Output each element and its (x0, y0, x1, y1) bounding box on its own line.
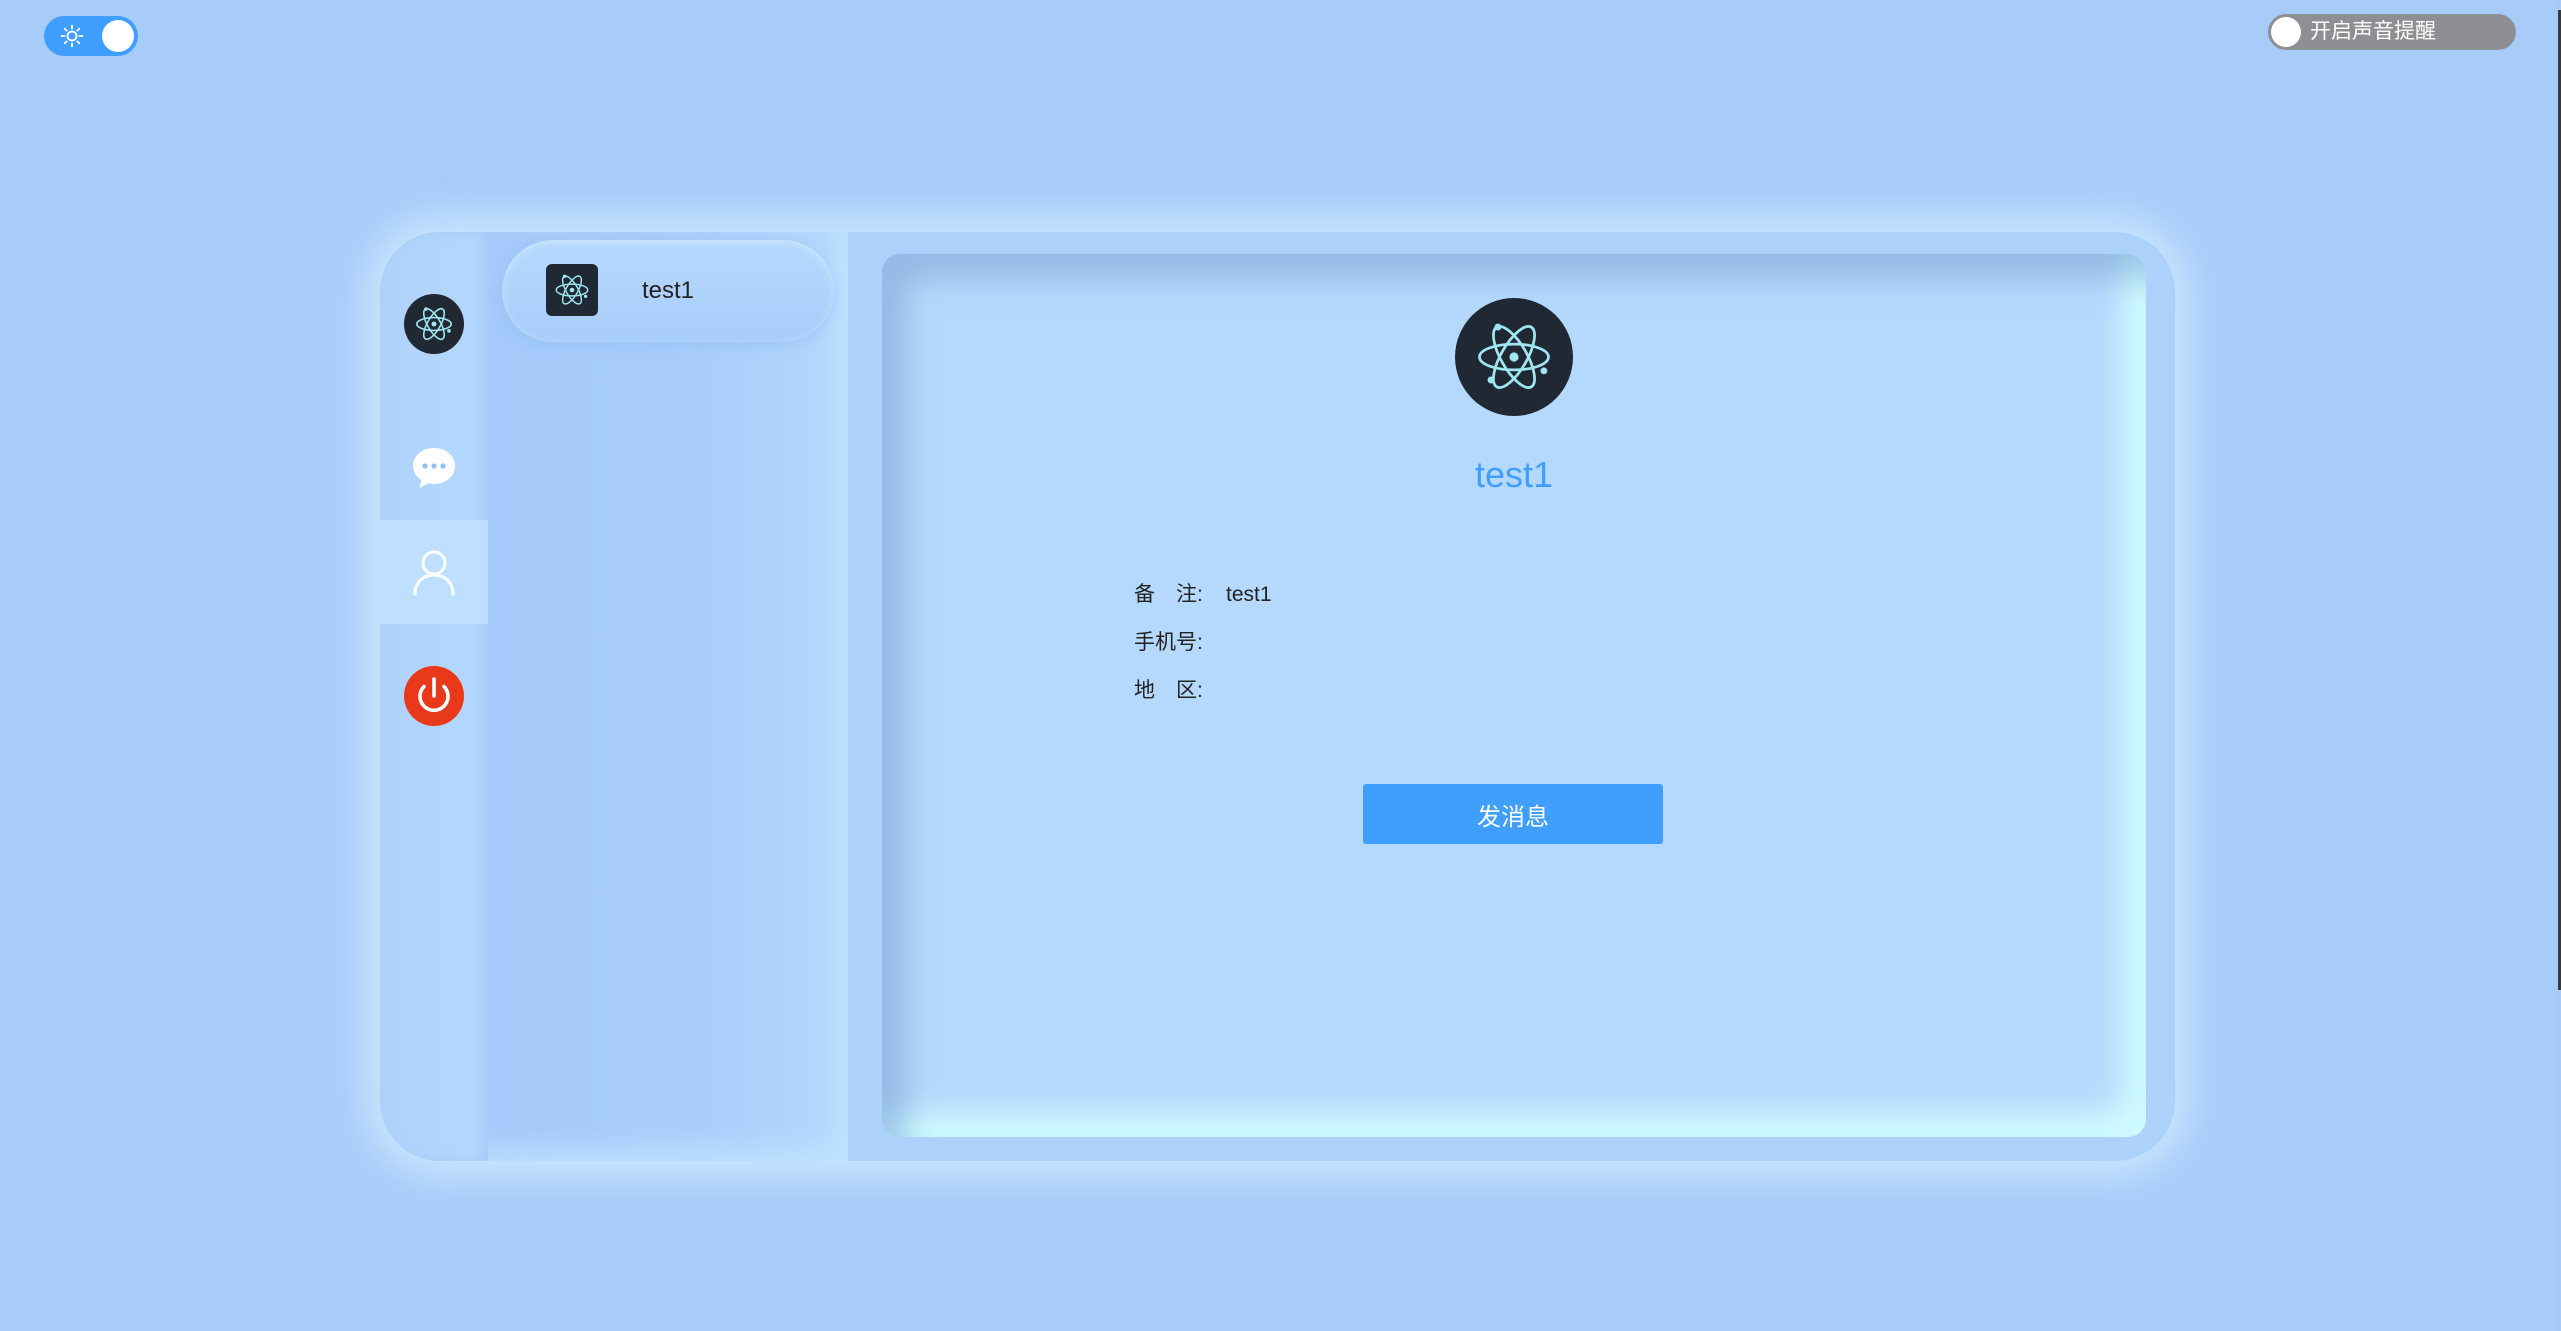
sound-notification-toggle[interactable]: 开启声音提醒 (2268, 14, 2516, 50)
nav-rail (380, 232, 488, 1161)
nav-contacts[interactable] (380, 520, 488, 624)
nav-profile-avatar[interactable] (380, 272, 488, 376)
sound-toggle-label: 开启声音提醒 (2310, 20, 2436, 43)
remark-value: test1 (1226, 583, 1272, 606)
send-message-button[interactable]: 发消息 (1363, 784, 1663, 844)
nav-logout-button[interactable] (380, 644, 488, 748)
page-scrollbar[interactable] (2557, 0, 2561, 1331)
chat-bubble-icon (413, 448, 455, 488)
avatar (404, 294, 464, 354)
power-icon (404, 666, 464, 726)
detail-avatar (1455, 298, 1573, 416)
sun-icon (60, 24, 84, 48)
contact-avatar (546, 264, 598, 316)
region-label: 地 区: (1134, 679, 1203, 702)
toggle-knob (2271, 17, 2301, 47)
contact-item[interactable]: test1 (502, 240, 834, 342)
electron-logo-icon (1478, 323, 1550, 389)
detail-contact-name: test1 (1474, 454, 1554, 495)
phone-label: 手机号: (1134, 631, 1203, 654)
contact-detail-panel: test1 备 注: test1 手机号: 地 区: 发消息 (882, 254, 2146, 1137)
theme-toggle[interactable] (44, 16, 138, 56)
contact-name: test1 (642, 277, 695, 304)
electron-logo-icon (415, 307, 453, 341)
region-row: 地 区: (1134, 676, 1226, 706)
phone-row: 手机号: (1134, 628, 1226, 658)
user-icon (413, 550, 455, 596)
electron-logo-icon (555, 274, 589, 305)
toggle-knob (102, 20, 134, 52)
contact-list: test1 (488, 232, 848, 1161)
remark-label: 备 注: (1134, 583, 1203, 606)
remark-row: 备 注: test1 (1134, 580, 1272, 610)
nav-chat[interactable] (380, 416, 488, 520)
app-window: test1 test1 备 注: test1 手机号: 地 区: 发消息 (380, 232, 2175, 1161)
